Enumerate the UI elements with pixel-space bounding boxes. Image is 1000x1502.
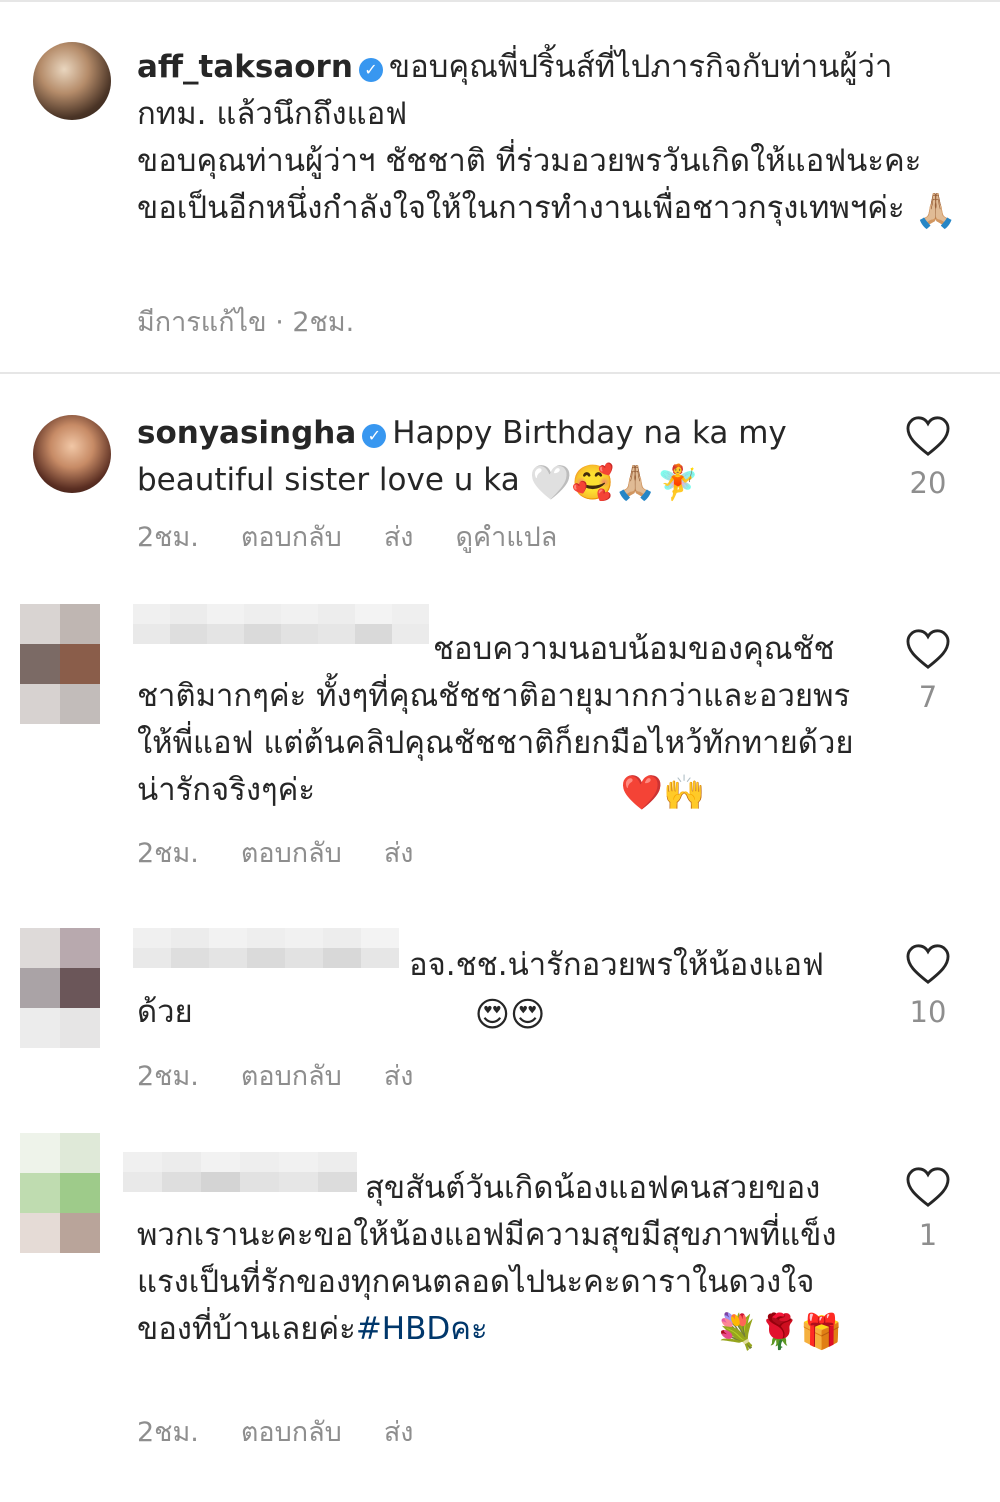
send-button[interactable]: ส่ง — [384, 831, 414, 874]
heart-outline-icon[interactable] — [905, 943, 951, 985]
timestamp: 2ชม. — [137, 1417, 199, 1448]
timestamp: 2ชม. — [137, 838, 199, 869]
reply-button[interactable]: ตอบกลับ — [241, 831, 342, 874]
comment-text: สุขสันต์วันเกิดน้องแอฟคนสวยของพวกเรานะคะ… — [137, 1165, 867, 1353]
like-count: 10 — [909, 995, 947, 1029]
emoji: ❤️🙌 — [620, 773, 706, 813]
send-button[interactable]: ส่ง — [384, 1410, 414, 1453]
heart-outline-icon[interactable] — [905, 415, 951, 457]
reply-button[interactable]: ตอบกลับ — [241, 1054, 342, 1097]
username[interactable]: aff_taksaorn — [137, 49, 353, 85]
timestamp: 2ชม. — [292, 307, 355, 338]
meta-line: มีการแก้ไข · 2ชม. — [137, 307, 355, 338]
avatar[interactable] — [20, 604, 100, 724]
comment-meta: 2ชม. ตอบกลับ ส่ง ดูคำแปล — [137, 515, 557, 558]
verified-badge-icon: ✓ — [358, 58, 383, 82]
comment-text: ชอบความนอบน้อมของคุณชัชชาติมากๆค่ะ ทั้งๆ… — [137, 626, 867, 814]
send-button[interactable]: ส่ง — [384, 515, 414, 558]
reply-button[interactable]: ตอบกลับ — [241, 1410, 342, 1453]
avatar[interactable] — [20, 1133, 100, 1253]
emoji: 🤍🥰🙏🏼🧚 — [529, 463, 699, 503]
heart-outline-icon[interactable] — [905, 1166, 951, 1208]
emoji: 🙏🏼 — [914, 191, 957, 231]
like-count: 7 — [918, 680, 938, 714]
comment-meta: มีการแก้ไข · 2ชม. — [137, 300, 354, 343]
top-divider — [0, 0, 1000, 2]
section-divider — [0, 372, 1000, 374]
comment-meta: 2ชม. ตอบกลับ ส่ง — [137, 1410, 413, 1453]
comment-text: อจ.ชช.น่ารักอวยพรให้น้องแอฟด้วย 😍😍 — [137, 942, 867, 1036]
verified-badge-icon: ✓ — [362, 424, 387, 448]
caption-text: aff_taksaorn ✓ ขอบคุณพี่ปริ้นส์ที่ไปภารกิจ… — [137, 44, 967, 232]
send-button[interactable]: ส่ง — [384, 1054, 414, 1097]
hashtag-link[interactable]: #HBDคะ — [356, 1311, 488, 1347]
comment-text: sonyasingha ✓ Happy Birthday na ka my beau… — [137, 410, 867, 504]
comment-meta: 2ชม. ตอบกลับ ส่ง — [137, 1054, 413, 1097]
emoji: 💐🌹🎁 — [715, 1312, 843, 1352]
avatar[interactable] — [33, 415, 111, 493]
avatar[interactable] — [20, 928, 100, 1048]
timestamp: 2ชม. — [137, 1061, 199, 1092]
heart-outline-icon[interactable] — [905, 628, 951, 670]
emoji: 😍😍 — [474, 995, 546, 1035]
username[interactable]: sonyasingha — [137, 415, 356, 451]
comment-meta: 2ชม. ตอบกลับ ส่ง — [137, 831, 413, 874]
like-count: 20 — [909, 466, 947, 500]
translate-button[interactable]: ดูคำแปล — [455, 515, 557, 558]
like-count: 1 — [918, 1218, 938, 1252]
timestamp: 2ชม. — [137, 522, 199, 553]
avatar[interactable] — [33, 42, 111, 120]
reply-button[interactable]: ตอบกลับ — [241, 515, 342, 558]
edited-label: มีการแก้ไข — [137, 307, 267, 338]
